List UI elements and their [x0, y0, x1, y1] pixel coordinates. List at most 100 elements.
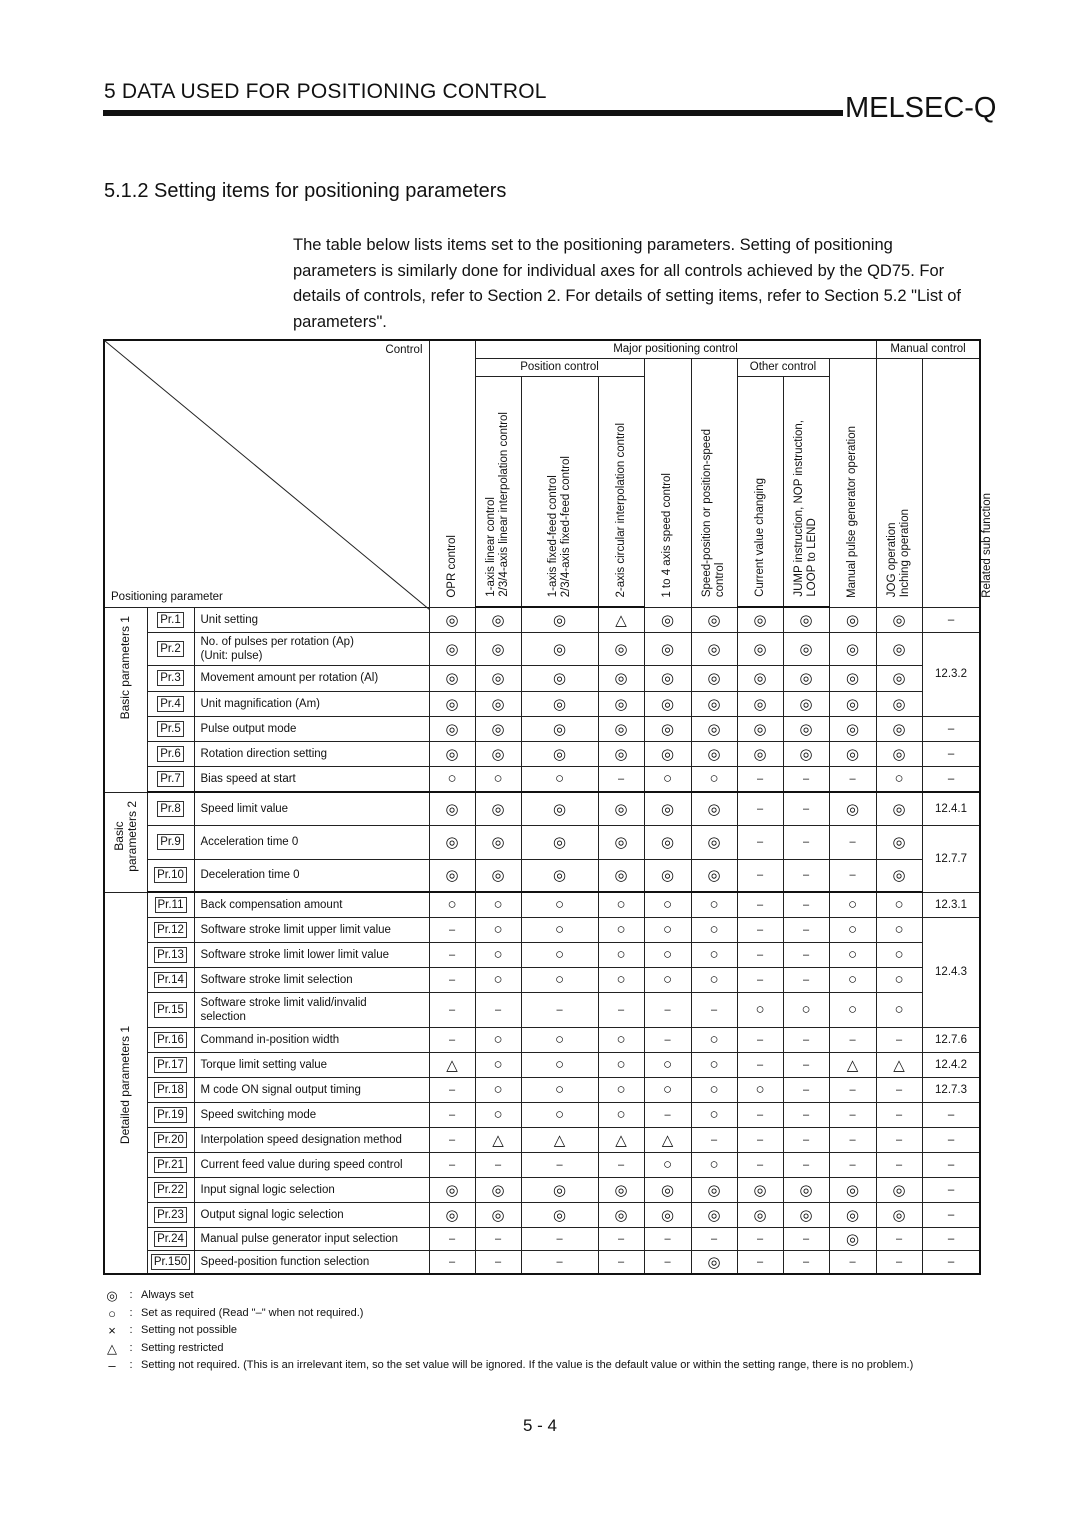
setting-cell: ◎	[782, 1176, 830, 1203]
setting-cell: △	[875, 1051, 923, 1078]
page-number: 5 - 4	[522, 1416, 558, 1435]
setting-cell: ◎	[690, 631, 738, 666]
param-name: Software stroke limit selection	[193, 966, 430, 993]
param-name: Speed-position function selection	[193, 1249, 430, 1275]
setting-cell: ◎	[428, 1176, 476, 1203]
setting-cell: ○	[736, 1076, 784, 1103]
param-name: Software stroke limit valid/invalid selec…	[193, 991, 430, 1028]
setting-cell: ○	[828, 891, 877, 918]
setting-cell: ◎	[875, 664, 923, 692]
setting-cell: ○	[690, 1026, 738, 1053]
setting-cell: ◎	[520, 740, 599, 767]
setting-cell: ○	[520, 1026, 599, 1053]
param-id: Pr.23	[146, 1201, 194, 1228]
setting-cell: ◎	[690, 1249, 738, 1275]
setting-cell: ○	[690, 891, 738, 918]
setting-cell: –	[828, 1249, 877, 1275]
setting-cell: ◎	[643, 631, 692, 666]
table-row: Pr.2 No. of pulses per rotation (Ap) (Unit…	[104, 631, 981, 717]
setting-cell: ◎	[736, 690, 784, 717]
setting-cell: –	[782, 1151, 830, 1178]
param-name: Current feed value during speed control	[193, 1151, 430, 1178]
table-row: Basic parameters 1 Pr.1 Unit setting ◎ ◎ ◎ △ ◎ ◎…	[103, 606, 981, 793]
intro-paragraph: The table below lists items set to the p…	[293, 236, 962, 331]
related-section: –	[921, 1126, 981, 1153]
setting-cell: ◎	[520, 690, 599, 717]
setting-cell: ○	[474, 1101, 522, 1128]
setting-cell: ◎	[597, 715, 645, 742]
setting-cell: ◎	[782, 690, 830, 717]
setting-cell: –	[643, 1026, 692, 1053]
major-positioning-header: Major positioning control	[474, 339, 877, 359]
setting-cell: ◎	[875, 824, 923, 860]
setting-cell: –	[782, 1126, 830, 1153]
setting-cell: ◎	[690, 858, 738, 893]
setting-cell: –	[428, 966, 476, 993]
header-rule	[103, 110, 843, 116]
legend-symbol: –	[108, 1358, 116, 1373]
setting-cell: –	[828, 1026, 877, 1053]
setting-cell: ○	[597, 1076, 645, 1103]
related-section: 12.3.2	[921, 631, 981, 717]
param-id: Pr.10	[146, 858, 194, 893]
table-row: Pr.23 Output signal logic selection ◎ ◎ ◎ ◎ ◎ ◎…	[104, 1201, 981, 1228]
table-row: Pr.20 Interpolation speed designation met…	[104, 1126, 981, 1153]
setting-cell: ○	[520, 916, 599, 943]
setting-cell: –	[643, 1101, 692, 1128]
param-name: Manual pulse generator input selection	[193, 1226, 430, 1251]
setting-cell: ○	[597, 1101, 645, 1128]
setting-cell: ○	[828, 991, 877, 1028]
table-row: Pr.6 Rotation direction setting ◎ ◎ ◎ ◎ ◎ ◎ ◎ ◎ ◎ ◎…	[104, 740, 981, 767]
setting-cell: ○	[875, 966, 923, 993]
setting-cell: ◎	[428, 606, 476, 633]
related-section: 12.3.1	[921, 891, 981, 918]
setting-cell: ○	[520, 1076, 599, 1103]
setting-cell: ◎	[828, 1226, 877, 1251]
setting-cell: –	[875, 1101, 923, 1128]
setting-cell: △	[828, 1051, 877, 1078]
setting-cell: ◎	[690, 715, 738, 742]
param-id: Pr.9	[146, 824, 194, 860]
legend-symbol: ×	[108, 1323, 116, 1338]
setting-cell: –	[643, 1249, 692, 1275]
related-section: –	[921, 1101, 981, 1128]
legend-symbol: ○	[108, 1305, 116, 1321]
setting-cell: ○	[643, 966, 692, 993]
setting-cell: ◎	[428, 690, 476, 717]
param-id: Pr.11	[146, 891, 194, 918]
setting-cell: –	[597, 1249, 645, 1275]
param-name: Command in-position width	[193, 1026, 430, 1053]
setting-cell: ○	[690, 941, 738, 968]
setting-cell: –	[782, 1051, 830, 1078]
setting-cell: –	[875, 1126, 923, 1153]
setting-cell: ○	[520, 1101, 599, 1128]
setting-cell: △	[597, 606, 645, 633]
table-row: Pr.10 Deceleration time 0 ◎ ◎ ◎ ◎ ◎ ◎ – – – ◎	[104, 858, 980, 893]
setting-cell: ◎	[597, 824, 645, 860]
setting-cell: ◎	[828, 664, 877, 692]
setting-cell: ○	[643, 941, 692, 968]
brand-title: MELSEC-Q	[845, 92, 997, 124]
setting-cell: –	[428, 1101, 476, 1128]
legend-item: ×: Setting not possible	[103, 1322, 973, 1340]
param-id: Pr.18	[146, 1076, 194, 1103]
chapter-title: 5 DATA USED FOR POSITIONING CONTROL	[104, 80, 547, 103]
related-section: –	[921, 606, 981, 633]
setting-cell: ○	[643, 1151, 692, 1178]
setting-cell: ◎	[828, 740, 877, 767]
setting-cell: ○	[643, 1076, 692, 1103]
setting-cell: ◎	[875, 606, 923, 633]
table-row: Pr.24 Manual pulse generator input select…	[104, 1226, 981, 1251]
positioning-parameter-label: Positioning parameter	[111, 590, 223, 603]
setting-cell: ◎	[782, 715, 830, 742]
manual-page: 5 DATA USED FOR POSITIONING CONTROL MELS…	[0, 0, 1080, 1528]
diagonal-line	[105, 341, 430, 610]
setting-cell: –	[428, 991, 476, 1028]
table-row: Pr.9 Acceleration time 0 ◎ ◎ ◎ ◎ ◎ ◎ – – – ◎ 12.7.7	[104, 824, 981, 893]
setting-cell: ◎	[643, 715, 692, 742]
setting-cell: ◎	[875, 1201, 923, 1228]
setting-cell: –	[428, 916, 476, 943]
table-row: Pr.4 Unit magnification (Am) ◎ ◎ ◎ ◎ ◎ ◎ ◎ ◎ ◎ ◎	[104, 690, 980, 717]
table-row: Pr.7 Bias speed at start ○ ○ ○ – ○ ○ – – – ○ –	[104, 765, 981, 793]
setting-cell: –	[520, 991, 599, 1028]
